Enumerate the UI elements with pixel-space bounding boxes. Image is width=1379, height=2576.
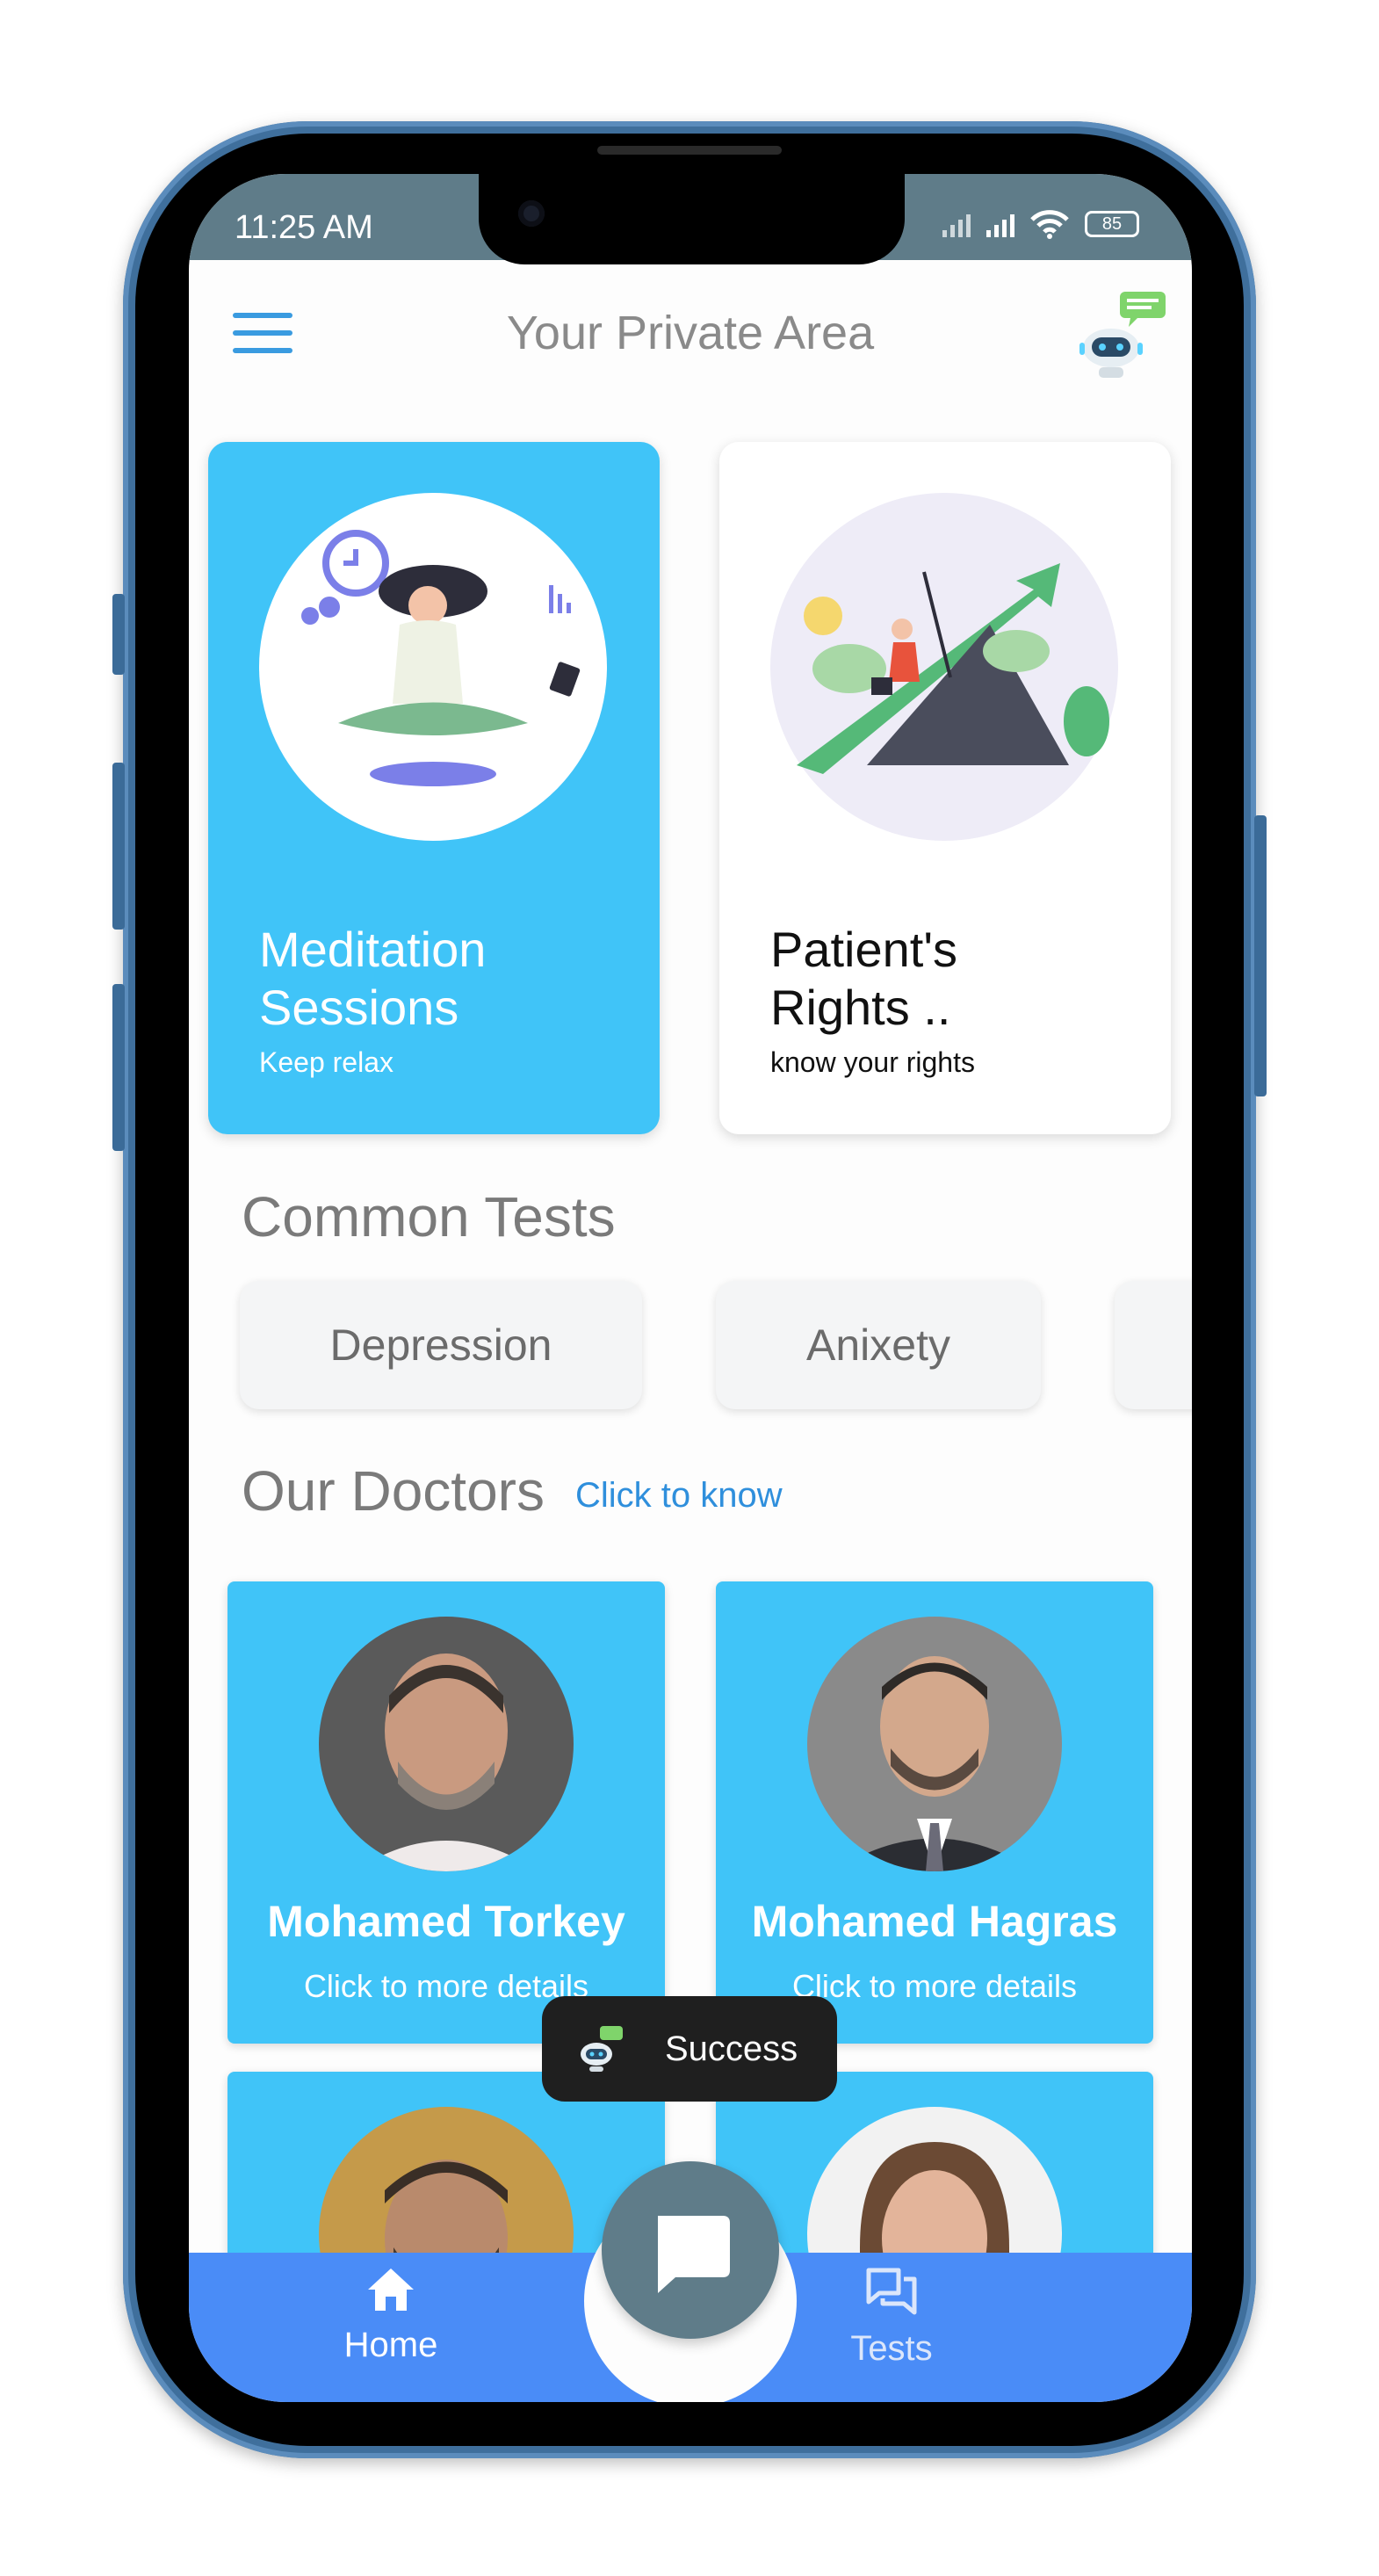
chat-icon [658,2216,730,2293]
our-doctors-heading: Our Doctors [242,1459,545,1523]
wifi-icon [1030,210,1069,239]
signal-icon-2 [986,211,1014,237]
meditation-illustration [259,493,607,841]
common-tests-heading: Common Tests [242,1185,616,1248]
doctor-card-torkey[interactable]: Mohamed Torkey Click to more details [227,1581,665,2044]
patient-rights-card[interactable]: Patient's Rights .. know your rights [719,442,1171,1134]
chatbot-icon[interactable] [1076,290,1173,387]
test-chip-partial[interactable] [1115,1281,1192,1409]
test-chip-anxiety[interactable]: Anixety [716,1281,1041,1409]
status-icons: 85 [942,209,1139,239]
doctor-avatar [319,1617,574,1871]
toast-message: Success [665,2030,798,2068]
rights-illustration [770,493,1118,841]
meditation-card[interactable]: Meditation Sessions Keep relax [208,442,660,1134]
volume-down-button [112,984,125,1151]
page-title: Your Private Area [506,307,875,359]
chat-fab[interactable] [602,2161,779,2339]
test-chip-depression[interactable]: Depression [240,1281,642,1409]
mute-switch [112,594,125,675]
doctor-name: Mohamed Torkey [267,1897,625,1946]
power-button [1254,815,1267,1096]
chatbot-icon [581,2026,623,2072]
nav-home[interactable]: Home [303,2265,479,2365]
status-time: 11:25 AM [235,209,373,246]
doctor-card-hagras[interactable]: Mohamed Hagras Click to more details [716,1581,1153,2044]
app-header: Your Private Area [189,260,1192,383]
success-toast: Success [542,1996,837,2102]
meditation-title: Meditation Sessions [259,922,487,1035]
click-to-know-link[interactable]: Click to know [575,1476,783,1516]
volume-up-button [112,763,125,930]
doctor-name: Mohamed Hagras [751,1897,1118,1946]
home-icon [368,2268,414,2311]
forum-icon [866,2268,917,2315]
notch [479,174,905,264]
front-camera [518,200,545,227]
nav-tests[interactable]: Tests [804,2265,979,2369]
nav-tests-label: Tests [850,2329,933,2368]
battery-icon: 85 [1085,211,1139,237]
speaker-grille [597,146,782,155]
nav-home-label: Home [343,2326,438,2364]
rights-title: Patient's Rights .. [770,922,958,1035]
app-screen: 11:25 AM 85 Your Private Area Meditation… [189,174,1192,2402]
meditation-subtitle: Keep relax [259,1046,393,1078]
rights-subtitle: know your rights [770,1046,975,1078]
signal-icon [942,211,971,237]
doctor-avatar [807,1617,1062,1871]
